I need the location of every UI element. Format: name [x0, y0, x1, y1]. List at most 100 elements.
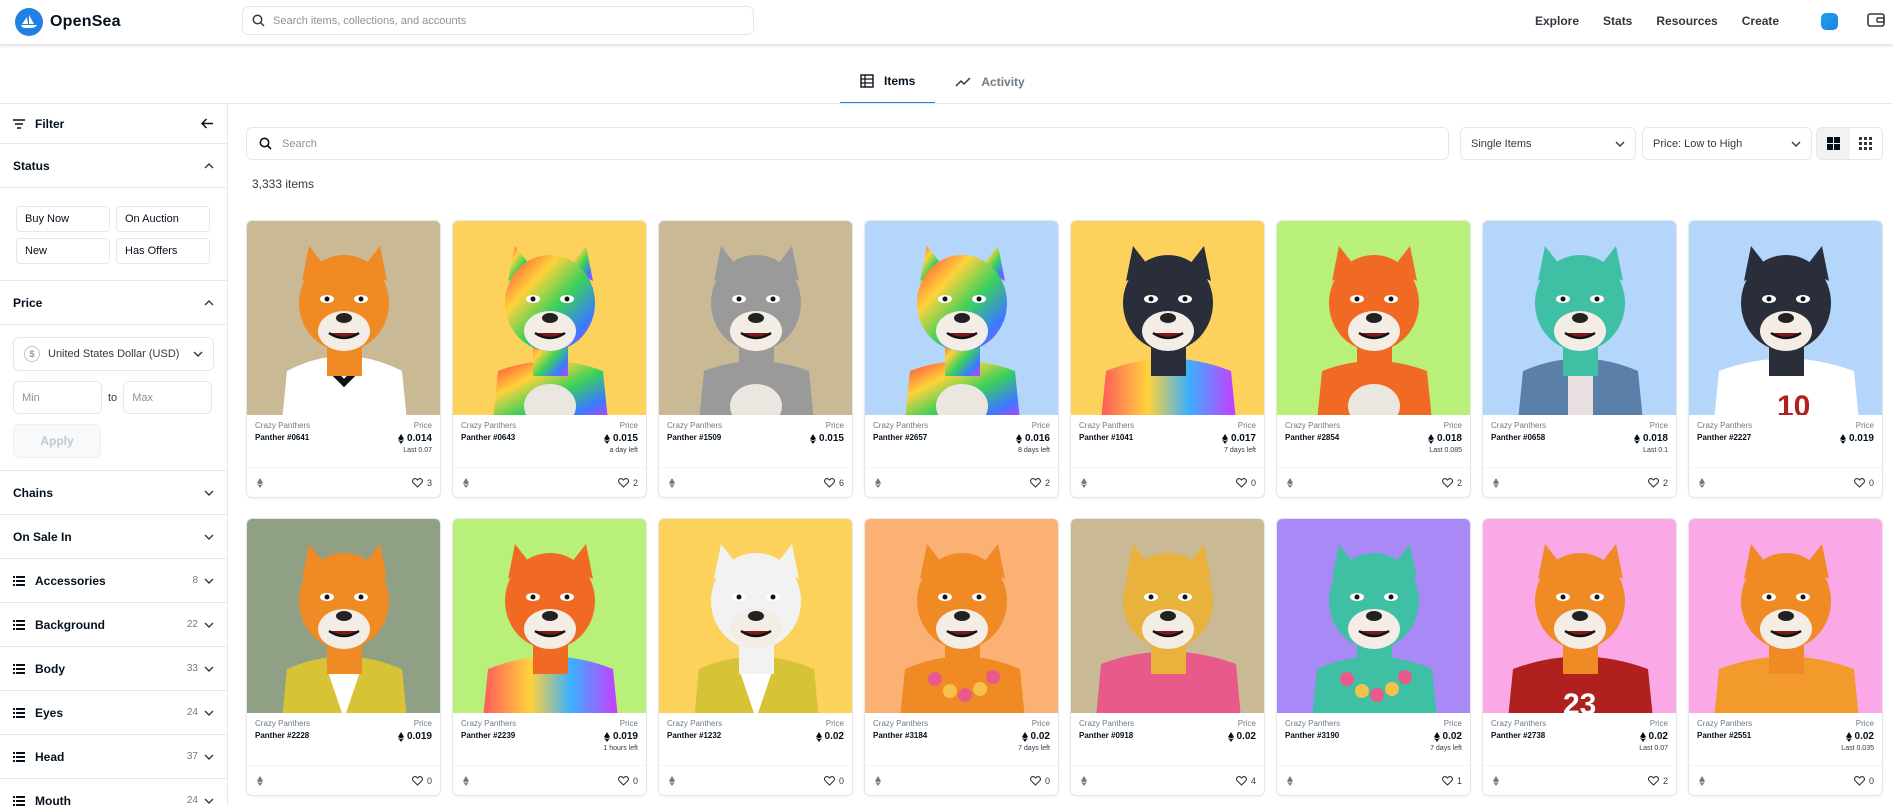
- favorite-button[interactable]: 0: [411, 776, 432, 786]
- favorite-button[interactable]: 3: [411, 478, 432, 488]
- price-header[interactable]: Price: [0, 281, 227, 325]
- favorite-button[interactable]: 2: [617, 478, 638, 488]
- collection-name[interactable]: Crazy Panthers: [873, 719, 1050, 728]
- status-has-offers[interactable]: Has Offers: [116, 238, 210, 264]
- nft-image[interactable]: [1071, 221, 1264, 415]
- collection-name[interactable]: Crazy Panthers: [255, 719, 432, 728]
- price-min-input[interactable]: [13, 381, 102, 414]
- favorite-button[interactable]: 4: [1235, 776, 1256, 786]
- collection-name[interactable]: Crazy Panthers: [1697, 719, 1874, 728]
- collection-name[interactable]: Crazy Panthers: [1697, 421, 1874, 430]
- nft-image[interactable]: 23: [1483, 519, 1676, 713]
- on-sale-in-section[interactable]: On Sale In: [0, 515, 227, 559]
- nft-card[interactable]: Crazy Panthers Panther #0643 Price 0.015 a d…: [452, 220, 647, 498]
- opensea-logo[interactable]: OpenSea: [15, 8, 121, 36]
- global-search-input[interactable]: [273, 14, 733, 27]
- nft-card[interactable]: Crazy Panthers Panther #1509 Price 0.015 6: [658, 220, 853, 498]
- nft-image[interactable]: [453, 221, 646, 415]
- favorite-button[interactable]: 0: [617, 776, 638, 786]
- nft-card[interactable]: Crazy Panthers Panther #2228 Price 0.019 0: [246, 518, 441, 796]
- favorite-button[interactable]: 0: [1853, 478, 1874, 488]
- nft-card[interactable]: Crazy Panthers Panther #2854 Price 0.018 Las…: [1276, 220, 1471, 498]
- nft-card[interactable]: Crazy Panthers Panther #1232 Price 0.02 0: [658, 518, 853, 796]
- nft-card[interactable]: 23 Crazy Panthers Panther #2738 Price 0.02 La…: [1482, 518, 1677, 796]
- status-buy-now[interactable]: Buy Now: [16, 206, 110, 232]
- items-search-input[interactable]: [282, 137, 1382, 150]
- nav-stats[interactable]: Stats: [1603, 14, 1632, 28]
- favorite-button[interactable]: 0: [1853, 776, 1874, 786]
- collection-name[interactable]: Crazy Panthers: [1491, 719, 1668, 728]
- nft-card[interactable]: Crazy Panthers Panther #2657 Price 0.016 8 d…: [864, 220, 1059, 498]
- favorite-button[interactable]: 2: [1647, 478, 1668, 488]
- collection-name[interactable]: Crazy Panthers: [667, 719, 844, 728]
- favorite-button[interactable]: 0: [823, 776, 844, 786]
- collection-name[interactable]: Crazy Panthers: [461, 719, 638, 728]
- trait-head[interactable]: Head 37: [0, 735, 227, 779]
- nft-image[interactable]: [865, 519, 1058, 713]
- nft-image[interactable]: [247, 519, 440, 713]
- filter-header[interactable]: Filter: [0, 104, 227, 144]
- trait-accessories[interactable]: Accessories 8: [0, 559, 227, 603]
- nft-image[interactable]: [865, 221, 1058, 415]
- nft-image[interactable]: [1689, 519, 1882, 713]
- collection-name[interactable]: Crazy Panthers: [1285, 421, 1462, 430]
- status-header[interactable]: Status: [0, 144, 227, 188]
- favorite-button[interactable]: 2: [1029, 478, 1050, 488]
- collection-name[interactable]: Crazy Panthers: [873, 421, 1050, 430]
- collection-name[interactable]: Crazy Panthers: [1079, 719, 1256, 728]
- nft-image[interactable]: 10: [1689, 221, 1882, 415]
- favorite-button[interactable]: 1: [1441, 776, 1462, 786]
- nft-image[interactable]: [659, 221, 852, 415]
- favorite-button[interactable]: 6: [823, 478, 844, 488]
- nft-card[interactable]: Crazy Panthers Panther #1041 Price 0.017 7 d…: [1070, 220, 1265, 498]
- nav-explore[interactable]: Explore: [1535, 14, 1579, 28]
- single-items-select[interactable]: Single Items: [1460, 127, 1636, 160]
- collection-name[interactable]: Crazy Panthers: [1079, 421, 1256, 430]
- price-max-input[interactable]: [123, 381, 213, 414]
- status-new[interactable]: New: [16, 238, 110, 264]
- nav-create[interactable]: Create: [1742, 14, 1779, 28]
- nft-card[interactable]: Crazy Panthers Panther #0641 Price 0.014 Las…: [246, 220, 441, 498]
- trait-eyes[interactable]: Eyes 24: [0, 691, 227, 735]
- global-search-bar[interactable]: [242, 6, 754, 35]
- status-on-auction[interactable]: On Auction: [116, 206, 210, 232]
- wallet-icon[interactable]: [1867, 12, 1885, 31]
- trait-mouth[interactable]: Mouth 24: [0, 779, 227, 806]
- collection-name[interactable]: Crazy Panthers: [1285, 719, 1462, 728]
- small-grid-view-button[interactable]: [1850, 128, 1883, 159]
- nft-card[interactable]: Crazy Panthers Panther #2239 Price 0.019 1 h…: [452, 518, 647, 796]
- collection-name[interactable]: Crazy Panthers: [1491, 421, 1668, 430]
- tab-items[interactable]: Items: [840, 60, 936, 104]
- currency-select[interactable]: $ United States Dollar (USD): [13, 337, 214, 371]
- favorite-button[interactable]: 2: [1647, 776, 1668, 786]
- nft-card[interactable]: Crazy Panthers Panther #0658 Price 0.018 Las…: [1482, 220, 1677, 498]
- collection-name[interactable]: Crazy Panthers: [255, 421, 432, 430]
- nft-image[interactable]: [1071, 519, 1264, 713]
- items-search-bar[interactable]: [246, 127, 1449, 160]
- nft-card[interactable]: Crazy Panthers Panther #3184 Price 0.02 7 da…: [864, 518, 1059, 796]
- collection-name[interactable]: Crazy Panthers: [667, 421, 844, 430]
- nft-image[interactable]: [1483, 221, 1676, 415]
- chains-section[interactable]: Chains: [0, 471, 227, 515]
- arrow-left-icon[interactable]: [201, 118, 214, 129]
- apply-button[interactable]: Apply: [13, 424, 101, 458]
- nft-card[interactable]: Crazy Panthers Panther #3190 Price 0.02 7 da…: [1276, 518, 1471, 796]
- favorite-button[interactable]: 0: [1235, 478, 1256, 488]
- trait-body[interactable]: Body 33: [0, 647, 227, 691]
- nft-image[interactable]: [453, 519, 646, 713]
- nft-card[interactable]: 10 Crazy Panthers Panther #2227 Price 0.019 0: [1688, 220, 1883, 498]
- nav-resources[interactable]: Resources: [1656, 14, 1717, 28]
- nft-card[interactable]: Crazy Panthers Panther #2551 Price 0.02 Last…: [1688, 518, 1883, 796]
- collection-name[interactable]: Crazy Panthers: [461, 421, 638, 430]
- tab-activity[interactable]: Activity: [935, 60, 1044, 104]
- nft-image[interactable]: [1277, 221, 1470, 415]
- nft-card[interactable]: Crazy Panthers Panther #0918 Price 0.02 4: [1070, 518, 1265, 796]
- large-grid-view-button[interactable]: [1817, 128, 1850, 159]
- favorite-button[interactable]: 2: [1441, 478, 1462, 488]
- favorite-button[interactable]: 0: [1029, 776, 1050, 786]
- nft-image[interactable]: [247, 221, 440, 415]
- nft-image[interactable]: [659, 519, 852, 713]
- nft-image[interactable]: [1277, 519, 1470, 713]
- profile-avatar[interactable]: [1821, 13, 1838, 30]
- sort-select[interactable]: Price: Low to High: [1642, 127, 1812, 160]
